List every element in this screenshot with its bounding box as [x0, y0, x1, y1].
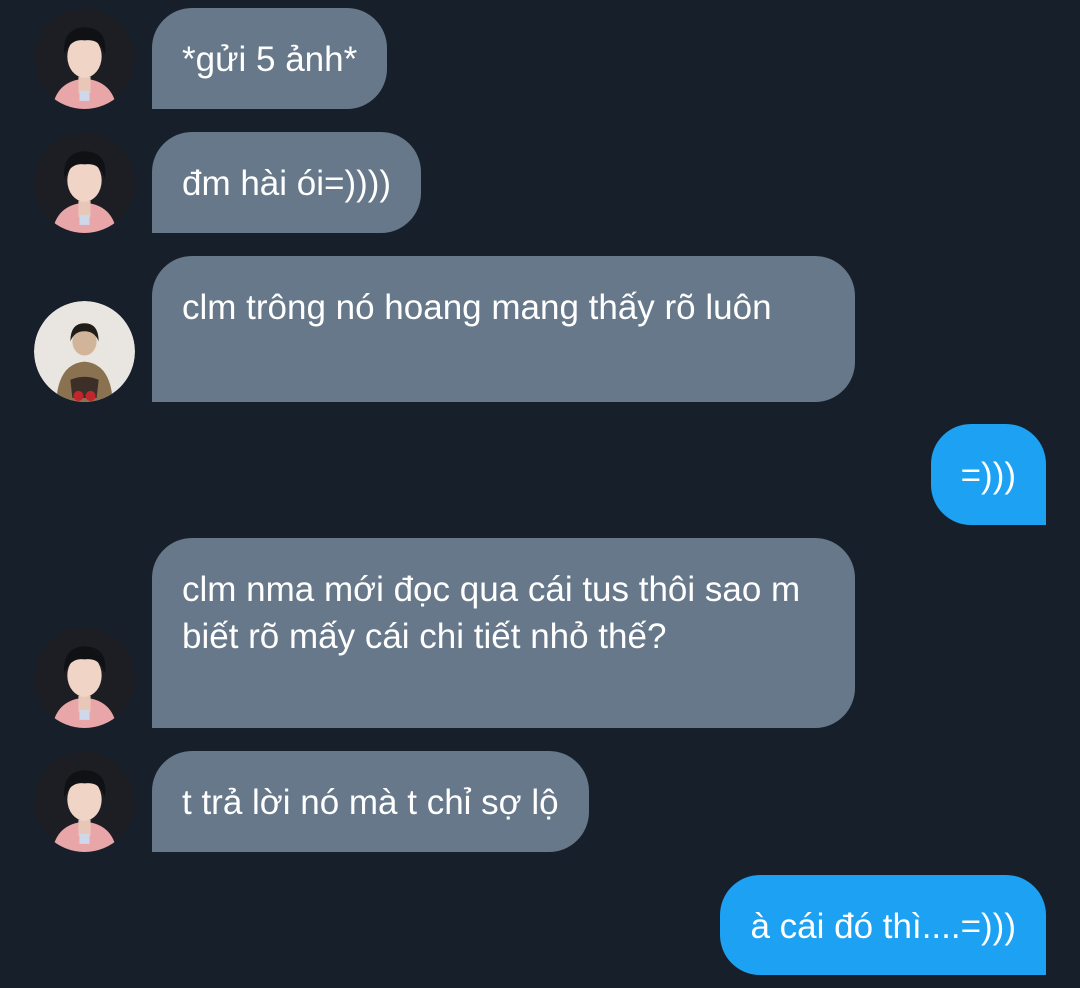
message-bubble-incoming[interactable]: t trả lời nó mà t chỉ sợ lộ — [152, 751, 589, 852]
message-bubble-incoming[interactable]: clm trông nó hoang mang thấy rõ luôn — [152, 256, 855, 402]
avatar[interactable] — [34, 301, 135, 402]
message-text: đm hài ói=)))) — [182, 164, 392, 203]
profile-photo-icon — [34, 132, 135, 233]
message-text: clm trông nó hoang mang thấy rõ luôn — [182, 288, 772, 327]
profile-photo-icon — [34, 8, 135, 109]
message-bubble-incoming[interactable]: đm hài ói=)))) — [152, 132, 422, 233]
message-bubble-outgoing[interactable]: à cái đó thì....=))) — [720, 875, 1046, 975]
avatar[interactable] — [34, 8, 135, 109]
message-bubble-incoming[interactable]: clm nma mới đọc qua cái tus thôi sao m b… — [152, 538, 855, 728]
avatar[interactable] — [34, 132, 135, 233]
message-text: *gửi 5 ảnh* — [182, 40, 358, 79]
message-bubble-incoming[interactable]: *gửi 5 ảnh* — [152, 8, 388, 109]
message-text: à cái đó thì....=))) — [750, 907, 1016, 946]
avatar[interactable] — [34, 627, 135, 728]
message-text: t trả lời nó mà t chỉ sợ lộ — [182, 783, 559, 822]
avatar[interactable] — [34, 751, 135, 852]
message-text: clm nma mới đọc qua cái tus thôi sao m b… — [182, 570, 801, 656]
message-bubble-outgoing[interactable]: =))) — [930, 424, 1046, 525]
chat-thread: *gửi 5 ảnh* đm hài ói=)))) clm trông nó … — [0, 0, 1080, 988]
profile-photo-icon — [34, 627, 135, 728]
profile-photo-icon — [34, 301, 135, 402]
profile-photo-icon — [34, 751, 135, 852]
message-text: =))) — [960, 456, 1016, 495]
